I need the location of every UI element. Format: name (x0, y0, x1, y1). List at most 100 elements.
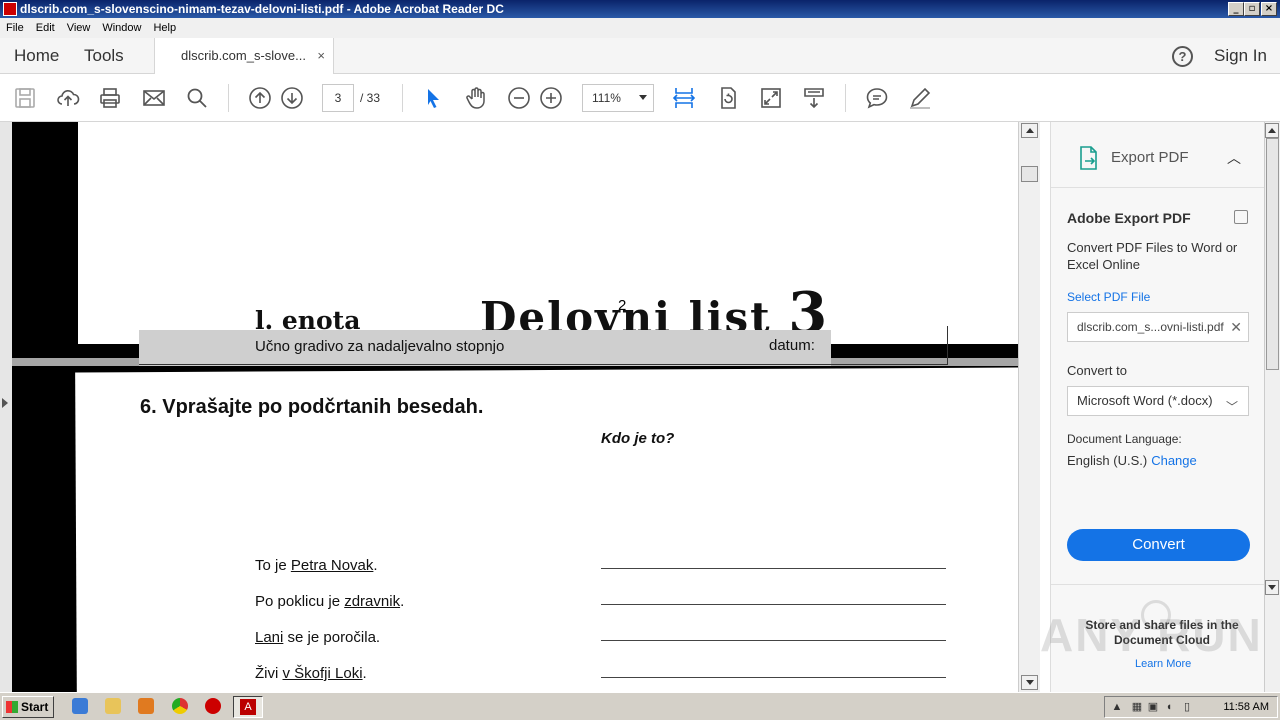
help-icon[interactable]: ? (1172, 46, 1193, 67)
email-icon[interactable] (142, 86, 166, 110)
menu-window[interactable]: Window (102, 22, 141, 34)
power-icon[interactable]: ▯ (1181, 701, 1193, 713)
arrow-down-icon (1268, 585, 1276, 590)
rotate-page-icon[interactable] (716, 86, 740, 110)
anyrun-watermark: ANY RUN (1040, 609, 1263, 661)
tab-tools[interactable]: Tools (84, 38, 124, 74)
zoom-out-icon[interactable] (507, 86, 531, 110)
menu-edit[interactable]: Edit (36, 22, 55, 34)
answer-line (601, 604, 946, 605)
close-window-button[interactable]: × (1261, 2, 1277, 16)
task-heading: 6. Vprašajte po podčrtanih besedah. (140, 396, 484, 418)
sentence-text: Po poklicu je (255, 593, 345, 610)
select-pdf-file-link[interactable]: Select PDF File (1067, 290, 1150, 304)
upload-cloud-icon[interactable] (56, 86, 80, 110)
panel-scroll-up-button[interactable] (1265, 123, 1279, 138)
sentence-3: Lani se je poročila. (255, 629, 380, 646)
folder-icon[interactable] (105, 698, 121, 714)
answer-line (601, 677, 946, 678)
arrow-up-icon (1268, 128, 1276, 133)
media-player-icon[interactable] (138, 698, 154, 714)
tab-bar: Home Tools dlscrib.com_s-slove... × ? Si… (0, 38, 1280, 75)
clear-file-icon[interactable]: ✕ (1230, 313, 1242, 341)
network-icon[interactable]: ▦ (1131, 701, 1143, 713)
selected-file-field[interactable]: dlscrib.com_s...ovni-listi.pdf ✕ (1067, 312, 1249, 342)
menu-help[interactable]: Help (153, 22, 176, 34)
panel-scroll-thumb[interactable] (1266, 138, 1279, 370)
convert-to-label: Convert to (1067, 363, 1127, 378)
select-cursor-icon[interactable] (421, 86, 445, 110)
taskbar: Start A ▲ ▦ ▣ ◖ ▯ 11:58 AM (0, 692, 1280, 720)
next-page-icon[interactable] (280, 86, 304, 110)
tray-chevron-icon[interactable]: ▲ (1111, 701, 1123, 713)
export-pdf-panel: Export PDF ︿ Adobe Export PDF Convert PD… (1050, 122, 1265, 692)
document-tab-label: dlscrib.com_s-slove... (181, 48, 306, 63)
fit-width-icon[interactable] (672, 86, 696, 110)
toolbar-separator (228, 84, 229, 112)
change-language-link[interactable]: Change (1151, 453, 1197, 468)
start-label: Start (21, 700, 49, 714)
arrow-down-icon (1026, 680, 1034, 685)
previous-page-icon[interactable] (248, 86, 272, 110)
search-icon[interactable] (185, 86, 209, 110)
format-dropdown[interactable]: Microsoft Word (*.docx) ﹀ (1067, 386, 1249, 416)
menu-file[interactable]: File (6, 22, 24, 34)
comment-icon[interactable] (865, 86, 889, 110)
minimize-button[interactable]: _ (1228, 2, 1244, 16)
convert-button[interactable]: Convert (1067, 529, 1250, 561)
document-scrollbar[interactable] (1018, 122, 1040, 692)
menu-view[interactable]: View (67, 22, 91, 34)
close-tab-icon[interactable]: × (317, 38, 325, 74)
save-icon[interactable] (13, 86, 37, 110)
chrome-icon[interactable] (172, 698, 188, 714)
menu-bar: File Edit View Window Help (0, 18, 1280, 38)
acrobat-taskbar-button[interactable]: A (233, 696, 263, 718)
toolbar-separator (402, 84, 403, 112)
ie-icon[interactable] (72, 698, 88, 714)
chevron-right-icon (2, 398, 8, 408)
sentence-text: Živi (255, 665, 283, 682)
tab-document[interactable]: dlscrib.com_s-slove... × (154, 38, 334, 75)
chevron-up-icon[interactable]: ︿ (1227, 148, 1241, 168)
acrobat-icon: A (240, 699, 256, 715)
document-language: English (U.S.) Change (1067, 453, 1197, 468)
panel-scrollbar[interactable] (1264, 122, 1280, 692)
scroll-down-button[interactable] (1021, 675, 1038, 690)
left-panel-toggle[interactable] (0, 122, 12, 692)
copy-icon[interactable] (1234, 210, 1248, 224)
panel-scroll-down-button[interactable] (1265, 580, 1279, 595)
panel-divider (1051, 584, 1265, 585)
sentence-text: . (373, 557, 378, 574)
scroll-up-button[interactable] (1021, 123, 1038, 138)
print-icon[interactable] (98, 86, 122, 110)
acrobat-app-icon (3, 2, 17, 16)
export-pdf-title: Export PDF (1111, 149, 1189, 166)
sign-in-link[interactable]: Sign In (1214, 38, 1267, 74)
security-icon[interactable]: ▣ (1147, 701, 1159, 713)
document-language-label: Document Language: (1067, 432, 1182, 446)
pen-sign-icon[interactable] (908, 86, 932, 110)
export-section-title: Adobe Export PDF (1067, 210, 1191, 226)
zoom-value: 111% (592, 91, 621, 105)
maximize-button[interactable]: ▫ (1244, 2, 1260, 16)
underlined-word: Lani (255, 629, 284, 646)
scroll-thumb[interactable] (1021, 166, 1038, 182)
sentence-text: se je poročila. (283, 629, 381, 646)
answer-example: Kdo je to? (601, 430, 675, 447)
language-value: English (U.S.) (1067, 453, 1148, 468)
hand-tool-icon[interactable] (464, 86, 488, 110)
page-total: / 33 (360, 91, 381, 105)
zoom-level-dropdown[interactable]: 111% (582, 84, 654, 112)
page-number-input[interactable]: 3 (322, 84, 354, 112)
answer-line (601, 568, 946, 569)
zoom-in-icon[interactable] (539, 86, 563, 110)
start-button[interactable]: Start (2, 696, 54, 718)
full-screen-icon[interactable] (759, 86, 783, 110)
scroll-mode-icon[interactable] (802, 86, 826, 110)
opera-icon[interactable] (205, 698, 221, 714)
export-pdf-header[interactable]: Export PDF ︿ (1051, 122, 1265, 188)
sentence-text: . (362, 665, 367, 682)
export-description: Convert PDF Files to Word or Excel Onlin… (1067, 240, 1238, 272)
tab-home[interactable]: Home (14, 38, 59, 74)
volume-icon[interactable]: ◖ (1163, 701, 1175, 713)
